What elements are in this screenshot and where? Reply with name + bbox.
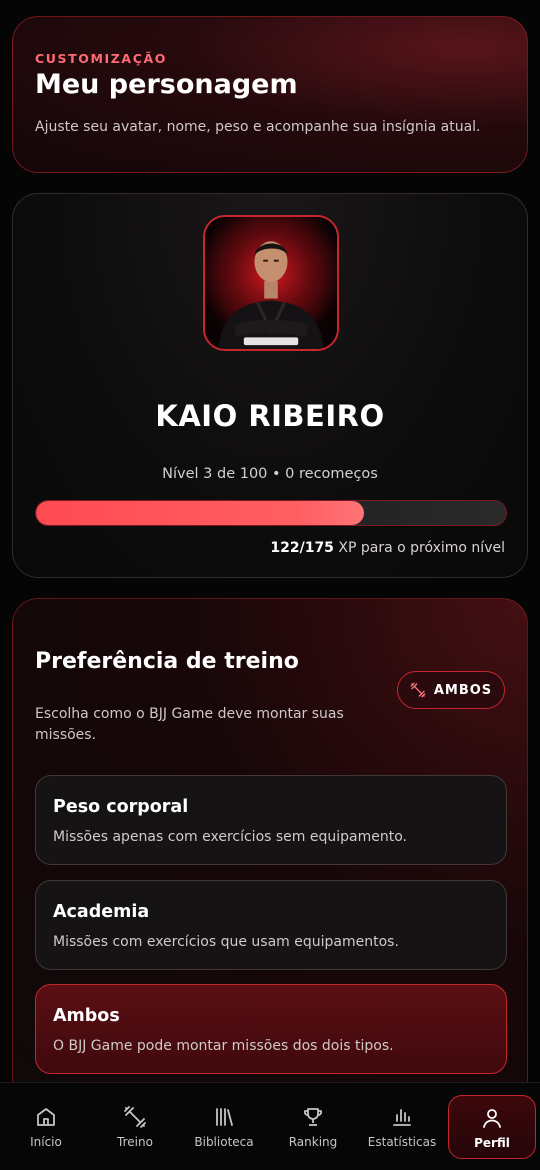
option-description: Missões com exercícios que usam equipame… [53, 934, 399, 950]
player-name: KAIO RIBEIRO [155, 399, 385, 433]
option-both[interactable]: Ambos O BJJ Game pode montar missões dos… [35, 984, 507, 1074]
nav-item-perfil[interactable]: Perfil [448, 1095, 536, 1159]
nav-item-estatisticas[interactable]: Estatísticas [358, 1095, 446, 1159]
nav-item-inicio[interactable]: Início [2, 1095, 90, 1159]
dumbbell-icon [410, 682, 426, 698]
home-icon [37, 1108, 55, 1126]
badge-label: AMBOS [433, 682, 493, 698]
profile-card: KAIO RIBEIRO Nível 3 de 100 • 0 recomeço… [12, 193, 528, 578]
nav-item-biblioteca[interactable]: Biblioteca [180, 1095, 268, 1159]
level-info: Nível 3 de 100 • 0 recomeços [162, 466, 378, 482]
xp-total: 175 [304, 540, 334, 556]
xp-progress-bar [35, 500, 507, 526]
trophy-icon [303, 1108, 323, 1126]
xp-current: 122 [270, 540, 300, 556]
page-subtitle: Ajuste seu avatar, nome, peso e acompanh… [35, 119, 481, 135]
xp-suffix: XP para o próximo nível [333, 540, 505, 556]
nav-label: Ranking [288, 1135, 338, 1149]
selected-preference-badge: AMBOS [397, 671, 505, 709]
training-preference-card: Preferência de treino Escolha como o BJJ… [12, 598, 528, 1118]
nav-label: Treino [117, 1135, 153, 1149]
nav-item-treino[interactable]: Treino [91, 1095, 179, 1159]
header-card: CUSTOMIZAÇÃO Meu personagem Ajuste seu a… [12, 16, 528, 173]
page-title: Meu personagem [35, 69, 298, 100]
library-icon [216, 1108, 233, 1126]
header-eyebrow: CUSTOMIZAÇÃO [35, 51, 167, 66]
option-title: Peso corporal [53, 797, 189, 817]
section-title: Preferência de treino [35, 649, 299, 674]
nav-label: Estatísticas [367, 1135, 437, 1149]
xp-text: 122/175 XP para o próximo nível [270, 540, 505, 556]
nav-label: Biblioteca [194, 1135, 254, 1149]
avatar[interactable] [203, 215, 339, 351]
option-body-weight[interactable]: Peso corporal Missões apenas com exercíc… [35, 775, 507, 865]
option-title: Academia [53, 902, 150, 922]
nav-label: Perfil [474, 1136, 510, 1150]
bar-chart-icon [393, 1109, 411, 1126]
option-description: Missões apenas com exercícios sem equipa… [53, 829, 407, 845]
option-title: Ambos [53, 1006, 120, 1026]
avatar-image [205, 217, 337, 349]
section-subtitle: Escolha como o BJJ Game deve montar suas… [35, 706, 344, 743]
bottom-navigation: Início Treino Biblioteca Ranking Estatís… [0, 1082, 540, 1170]
dumbbell-icon [124, 1106, 146, 1128]
user-icon [483, 1109, 501, 1128]
nav-label: Início [30, 1135, 62, 1149]
option-description: O BJJ Game pode montar missões dos dois … [53, 1038, 394, 1054]
nav-item-ranking[interactable]: Ranking [269, 1095, 357, 1159]
option-gym[interactable]: Academia Missões com exercícios que usam… [35, 880, 507, 970]
xp-progress-fill [36, 501, 364, 525]
